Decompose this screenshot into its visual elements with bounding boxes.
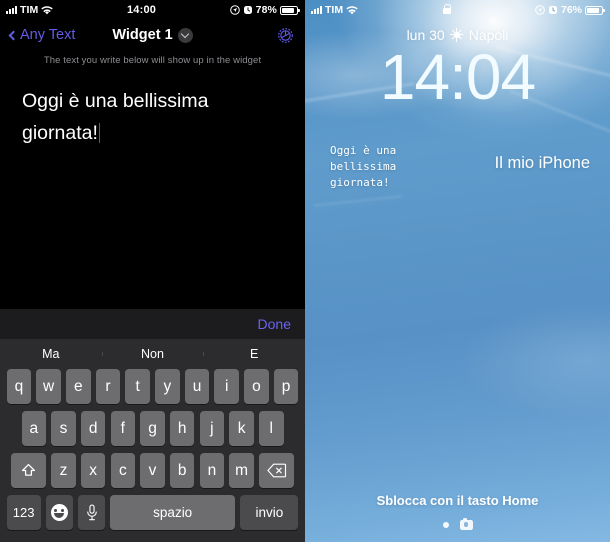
space-key[interactable]: spazio	[110, 495, 236, 530]
status-bar-left-group: TIM	[6, 4, 54, 16]
carrier-label: TIM	[325, 4, 344, 16]
key-d[interactable]: d	[80, 411, 106, 446]
key-g[interactable]: g	[140, 411, 165, 446]
text-caret	[98, 122, 101, 143]
lock-screen-panel: TIM 76% lun 30 Napoli 14:04 Oggi è una b…	[305, 0, 610, 542]
key-i[interactable]: i	[214, 369, 239, 404]
lock-icon	[442, 3, 452, 14]
editor-hint: The text you write below will show up in…	[43, 55, 262, 66]
key-m[interactable]: m	[229, 453, 254, 488]
emoji-key[interactable]	[45, 495, 73, 530]
backspace-icon	[266, 463, 286, 478]
shift-key[interactable]	[11, 453, 46, 488]
key-f[interactable]: f	[110, 411, 136, 446]
chevron-down-icon[interactable]	[177, 27, 193, 43]
key-k[interactable]: k	[229, 411, 254, 446]
key-w[interactable]: w	[36, 369, 61, 404]
key-q[interactable]: q	[6, 369, 32, 404]
key-j[interactable]: j	[199, 411, 225, 446]
numbers-key[interactable]: 123	[6, 495, 41, 530]
keyboard-row-3: z x c v b n m	[0, 453, 305, 488]
chevron-left-icon	[8, 30, 19, 40]
battery-icon	[585, 5, 605, 15]
key-t[interactable]: t	[125, 369, 150, 404]
key-s[interactable]: s	[51, 411, 76, 446]
device-name-label: Il mio iPhone	[494, 154, 590, 172]
lock-screen-bottom-bar	[305, 518, 610, 530]
page-dot-icon[interactable]	[442, 522, 449, 528]
key-p[interactable]: p	[273, 369, 299, 404]
location-arrow-icon	[535, 5, 545, 15]
done-button[interactable]: Done	[258, 316, 291, 332]
key-x[interactable]: x	[80, 453, 106, 488]
back-button[interactable]: Any Text	[8, 27, 76, 43]
suggestion-bar: Ma Non E	[0, 339, 305, 369]
any-text-widget[interactable]: Oggi è una bellissima giornata!	[330, 143, 396, 191]
any-text-app-panel: TIM 14:00 78% Any Text Widget 1 The text…	[0, 0, 305, 542]
editor-toolbar: Done	[0, 309, 305, 339]
sun-icon	[450, 28, 464, 42]
lock-screen-clock: 14:04	[379, 41, 536, 113]
suggestion-item[interactable]: Ma	[0, 347, 102, 361]
cloud-decoration	[455, 300, 610, 420]
editor-text-value: Oggi è una bellissima giornata!	[22, 90, 209, 144]
dictation-key[interactable]	[78, 495, 105, 530]
back-button-label: Any Text	[20, 27, 76, 43]
key-a[interactable]: a	[21, 411, 46, 446]
battery-percent-label: 76%	[560, 4, 582, 16]
navigation-bar: Any Text Widget 1	[0, 20, 305, 50]
unlock-hint-label: Sblocca con il tasto Home	[376, 493, 539, 508]
key-v[interactable]: v	[140, 453, 165, 488]
status-bar-time: 14:00	[126, 4, 157, 16]
location-arrow-icon	[229, 5, 240, 15]
status-bar-right-group: 76%	[535, 4, 605, 16]
right-status-bar: TIM 76%	[305, 0, 610, 20]
emoji-smiley-icon	[50, 504, 68, 521]
shift-arrow-icon	[21, 463, 36, 476]
status-bar-left-group: TIM	[311, 4, 358, 16]
keyboard-row-4: 123 spazio invio	[0, 495, 305, 530]
key-h[interactable]: h	[169, 411, 195, 446]
battery-percent-label: 78%	[255, 4, 277, 16]
left-status-bar: TIM 14:00 78%	[0, 0, 305, 20]
microphone-icon	[86, 504, 97, 521]
cellular-bars-icon	[6, 6, 17, 14]
keyboard-row-2: a s d f g h j k l	[0, 411, 305, 446]
widget-line-2: bellissima	[330, 159, 397, 173]
key-b[interactable]: b	[169, 453, 195, 488]
cloud-streak	[313, 195, 403, 207]
camera-icon[interactable]	[459, 518, 473, 530]
alarm-clock-icon	[243, 6, 252, 14]
wifi-icon	[346, 5, 358, 14]
key-n[interactable]: n	[199, 453, 225, 488]
widget-line-3: giornata!	[330, 175, 390, 189]
page-title-label: Widget 1	[112, 27, 173, 43]
key-l[interactable]: l	[259, 411, 284, 446]
key-r[interactable]: r	[95, 369, 121, 404]
suggestion-item[interactable]: Non	[101, 347, 204, 361]
key-c[interactable]: c	[110, 453, 136, 488]
carrier-label: TIM	[20, 4, 39, 16]
cellular-bars-icon	[311, 6, 322, 14]
key-z[interactable]: z	[51, 453, 76, 488]
key-e[interactable]: e	[66, 369, 91, 404]
return-key[interactable]: invio	[240, 495, 299, 530]
keyboard-row-1: q w e r t y u i o p	[0, 369, 305, 404]
alarm-clock-icon	[548, 6, 557, 14]
text-editor-input[interactable]: Oggi è una bellissima giornata!	[0, 66, 305, 309]
lock-status-icon-wrap	[358, 3, 535, 17]
battery-icon	[280, 5, 300, 15]
key-o[interactable]: o	[244, 369, 269, 404]
backspace-key[interactable]	[259, 453, 294, 488]
settings-button[interactable]	[276, 26, 295, 45]
status-bar-right-group: 78%	[229, 4, 300, 16]
key-y[interactable]: y	[155, 369, 180, 404]
wifi-icon	[41, 5, 54, 14]
widget-line-1: Oggi è una	[330, 144, 397, 157]
gear-icon	[278, 27, 293, 43]
onscreen-keyboard: Ma Non E q w e r t y u i o p a s d f g h…	[0, 339, 305, 542]
suggestion-item[interactable]: E	[203, 347, 305, 361]
key-u[interactable]: u	[184, 369, 210, 404]
